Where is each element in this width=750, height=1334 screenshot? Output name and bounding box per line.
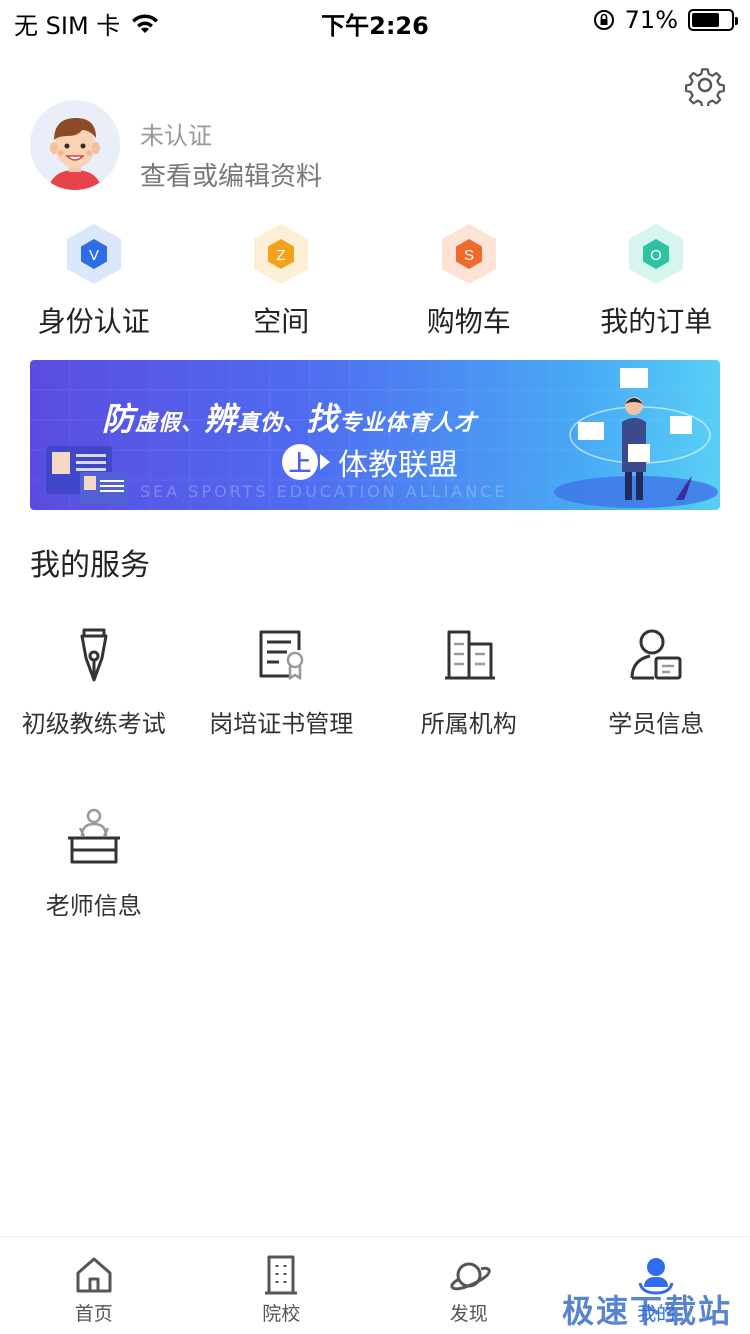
quick-action-label: 购物车 [426, 305, 511, 338]
brand-name: 体教联盟 [338, 448, 458, 483]
service-students[interactable]: 学员信息 [563, 624, 750, 806]
planet-icon [450, 1262, 491, 1291]
services-grid: 初级教练考试 岗培证书管理 所属机构 学员信息 老师信息 [0, 624, 750, 988]
service-label: 岗培证书管理 [209, 710, 354, 738]
promo-banner[interactable]: 防虚假、辨真伪、找专业体育人才 上 体教联盟 SEA SPORTS EDUCAT… [30, 360, 720, 510]
cart-hex-icon: S [439, 222, 499, 286]
battery-icon [688, 9, 738, 31]
service-coach-exam[interactable]: 初级教练考试 [0, 624, 188, 806]
orders-hex-icon: O [626, 222, 686, 286]
service-label: 所属机构 [420, 710, 517, 738]
banner-watermark: SEA SPORTS EDUCATION ALLIANCE [140, 482, 508, 501]
teacher-desk-icon [67, 808, 120, 864]
service-label: 老师信息 [45, 892, 142, 920]
svg-text:V: V [89, 247, 99, 264]
battery-percent: 71% [624, 6, 678, 34]
brand-badge: 上 [282, 444, 318, 480]
quick-action-orders[interactable]: O 我的订单 [563, 222, 750, 340]
certificate-icon [259, 630, 304, 681]
home-icon [76, 1257, 112, 1293]
status-bar: 无 SIM 卡 下午2:26 71% [0, 0, 750, 40]
quick-action-cart[interactable]: S 购物车 [375, 222, 563, 340]
avatar-illustration [30, 100, 120, 190]
quick-actions: V 身份认证 Z 空间 S 购物车 O 我的订单 [0, 222, 750, 340]
tab-label: 发现 [449, 1303, 488, 1325]
svg-text:S: S [464, 247, 474, 264]
space-hex-icon: Z [251, 222, 311, 286]
service-label: 初级教练考试 [21, 710, 166, 738]
tab-label: 首页 [74, 1303, 113, 1325]
svg-text:Z: Z [277, 247, 286, 264]
quick-action-identity[interactable]: V 身份认证 [0, 222, 188, 340]
banner-brand: 上 体教联盟 [282, 440, 458, 484]
gear-icon[interactable] [684, 64, 726, 106]
services-title: 我的服务 [30, 548, 150, 583]
building-icon [444, 630, 495, 680]
tab-discover[interactable]: 发现 [375, 1237, 563, 1334]
verification-status: 未认证 [140, 122, 212, 150]
quick-action-space[interactable]: Z 空间 [188, 222, 376, 340]
pen-nib-icon [80, 628, 108, 682]
edit-profile-link[interactable]: 查看或编辑资料 [140, 156, 322, 193]
student-card-icon [630, 629, 682, 680]
service-organization[interactable]: 所属机构 [375, 624, 563, 806]
quick-action-label: 身份认证 [37, 305, 150, 338]
rotation-lock-icon [593, 10, 614, 30]
tab-label: 院校 [262, 1303, 301, 1325]
banner-headline: 防虚假、辨真伪、找专业体育人才 [102, 400, 478, 438]
quick-action-label: 我的订单 [600, 305, 713, 338]
service-label: 学员信息 [608, 710, 705, 738]
identity-hex-icon: V [64, 222, 124, 286]
tab-school[interactable]: 院校 [188, 1237, 376, 1334]
quick-action-label: 空间 [253, 305, 310, 338]
service-teachers[interactable]: 老师信息 [0, 806, 188, 988]
avatar[interactable] [30, 100, 120, 190]
service-certificate[interactable]: 岗培证书管理 [188, 624, 376, 806]
school-icon [265, 1255, 298, 1295]
svg-text:O: O [650, 247, 662, 264]
tab-home[interactable]: 首页 [0, 1237, 188, 1334]
play-arrow-icon [320, 454, 330, 470]
site-watermark: 极速下载站 [561, 1292, 732, 1330]
